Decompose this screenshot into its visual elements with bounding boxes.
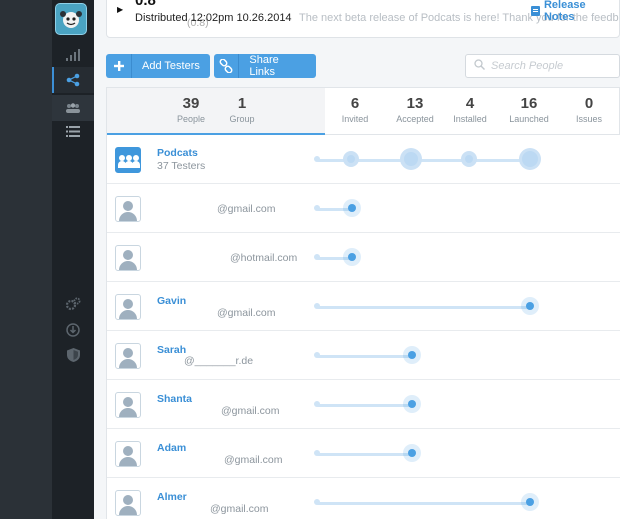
testers-table: Podcats 37 Testers @gmail.com @hotmail.c… xyxy=(106,135,620,519)
table-row[interactable]: Adam @gmail.com xyxy=(107,429,620,478)
version-label: 0.8 (0.8) xyxy=(135,0,209,29)
tester-email: @gmail.com xyxy=(217,203,276,215)
tester-email: @hotmail.com xyxy=(230,252,298,264)
tester-email: @gmail.com xyxy=(217,307,276,319)
tester-name[interactable]: Almer xyxy=(157,491,187,503)
avatar xyxy=(115,490,141,516)
tester-email: @gmail.com xyxy=(210,503,269,515)
share-nodes-icon[interactable] xyxy=(52,67,94,93)
tester-email: @gmail.com xyxy=(221,405,280,417)
stat-invited[interactable]: 6 Invited xyxy=(335,95,375,124)
progress-track xyxy=(317,453,413,456)
release-card: ▶ 0.8 (0.8) Distributed 12:02pm 10.26.201… xyxy=(106,0,620,38)
list-icon[interactable] xyxy=(52,118,94,144)
progress-track xyxy=(317,355,413,358)
shield-icon[interactable] xyxy=(52,342,94,368)
stage-dot xyxy=(314,205,320,211)
stat-accepted[interactable]: 13 Accepted xyxy=(390,95,440,124)
avatar xyxy=(115,294,141,320)
distributed-time: Distributed 12:02pm 10.26.2014 xyxy=(135,12,292,24)
stage-dot xyxy=(314,352,320,358)
stage-dot xyxy=(522,151,538,167)
stage-dot xyxy=(465,155,473,163)
table-row[interactable]: Gavin @gmail.com xyxy=(107,282,620,331)
tester-name[interactable]: Sarah xyxy=(157,344,186,356)
tester-name[interactable]: Adam xyxy=(157,442,186,454)
stat-group[interactable]: 1 Group xyxy=(225,95,259,124)
settings-gears-icon[interactable] xyxy=(52,291,94,317)
stage-dot xyxy=(314,401,320,407)
stage-dot xyxy=(404,152,418,166)
tester-count: 37 Testers xyxy=(157,160,206,172)
stat-issues[interactable]: 0 Issues xyxy=(569,95,609,124)
app-logo-icon[interactable] xyxy=(55,3,87,35)
tester-email: @gmail.com xyxy=(224,454,283,466)
table-row[interactable]: Almer @gmail.com xyxy=(107,478,620,519)
current-stage-dot xyxy=(348,204,356,212)
avatar xyxy=(115,343,141,369)
search-input[interactable] xyxy=(491,60,611,72)
tester-name[interactable]: Shanta xyxy=(157,393,192,405)
stat-launched[interactable]: 16 Launched xyxy=(505,95,553,124)
progress-track xyxy=(317,502,532,505)
current-stage-dot xyxy=(348,253,356,261)
window-edge xyxy=(0,0,52,519)
avatar xyxy=(115,196,141,222)
search-icon xyxy=(474,57,485,75)
link-icon xyxy=(214,54,240,78)
progress-track xyxy=(317,306,532,309)
sidebar xyxy=(52,0,94,519)
stat-people[interactable]: 39 People xyxy=(173,95,209,124)
stat-installed[interactable]: 4 Installed xyxy=(448,95,492,124)
table-row[interactable]: Sarah @_______r.de xyxy=(107,331,620,380)
main-panel: ▶ 0.8 (0.8) Distributed 12:02pm 10.26.201… xyxy=(94,0,620,519)
progress-track xyxy=(317,404,413,407)
group-avatar xyxy=(115,147,141,173)
stage-dot xyxy=(314,254,320,260)
table-row[interactable]: @hotmail.com xyxy=(107,233,620,282)
release-notes-link[interactable]: Release Notes xyxy=(531,0,619,23)
add-testers-button[interactable]: Add Testers xyxy=(106,54,210,78)
table-row[interactable]: @gmail.com xyxy=(107,184,620,233)
stage-dot xyxy=(314,156,320,162)
tester-email: @_______r.de xyxy=(184,355,254,367)
stage-dot xyxy=(314,499,320,505)
table-row[interactable]: Podcats 37 Testers xyxy=(107,135,620,184)
search-box xyxy=(465,54,620,78)
current-stage-dot xyxy=(526,498,534,506)
signal-bars-icon[interactable] xyxy=(52,42,94,68)
table-row[interactable]: Shanta @gmail.com xyxy=(107,380,620,429)
avatar xyxy=(115,392,141,418)
current-stage-dot xyxy=(408,400,416,408)
tester-name[interactable]: Gavin xyxy=(157,295,186,307)
current-stage-dot xyxy=(408,449,416,457)
document-icon xyxy=(531,6,540,16)
current-stage-dot xyxy=(526,302,534,310)
plus-icon xyxy=(106,54,132,78)
download-icon[interactable] xyxy=(52,317,94,343)
share-links-button[interactable]: Share Links xyxy=(214,54,316,78)
avatar xyxy=(115,245,141,271)
tester-name[interactable]: Podcats xyxy=(157,147,198,159)
current-stage-dot xyxy=(408,351,416,359)
stage-dot xyxy=(314,450,320,456)
expand-caret-icon[interactable]: ▶ xyxy=(117,5,123,14)
stats-bar: 39 People 1 Group 6 Invited 13 Accepted 4 Ins… xyxy=(106,87,620,138)
stage-dot xyxy=(314,303,320,309)
avatar xyxy=(115,441,141,467)
stage-dot xyxy=(347,155,355,163)
stats-totals-tab[interactable] xyxy=(107,88,325,135)
